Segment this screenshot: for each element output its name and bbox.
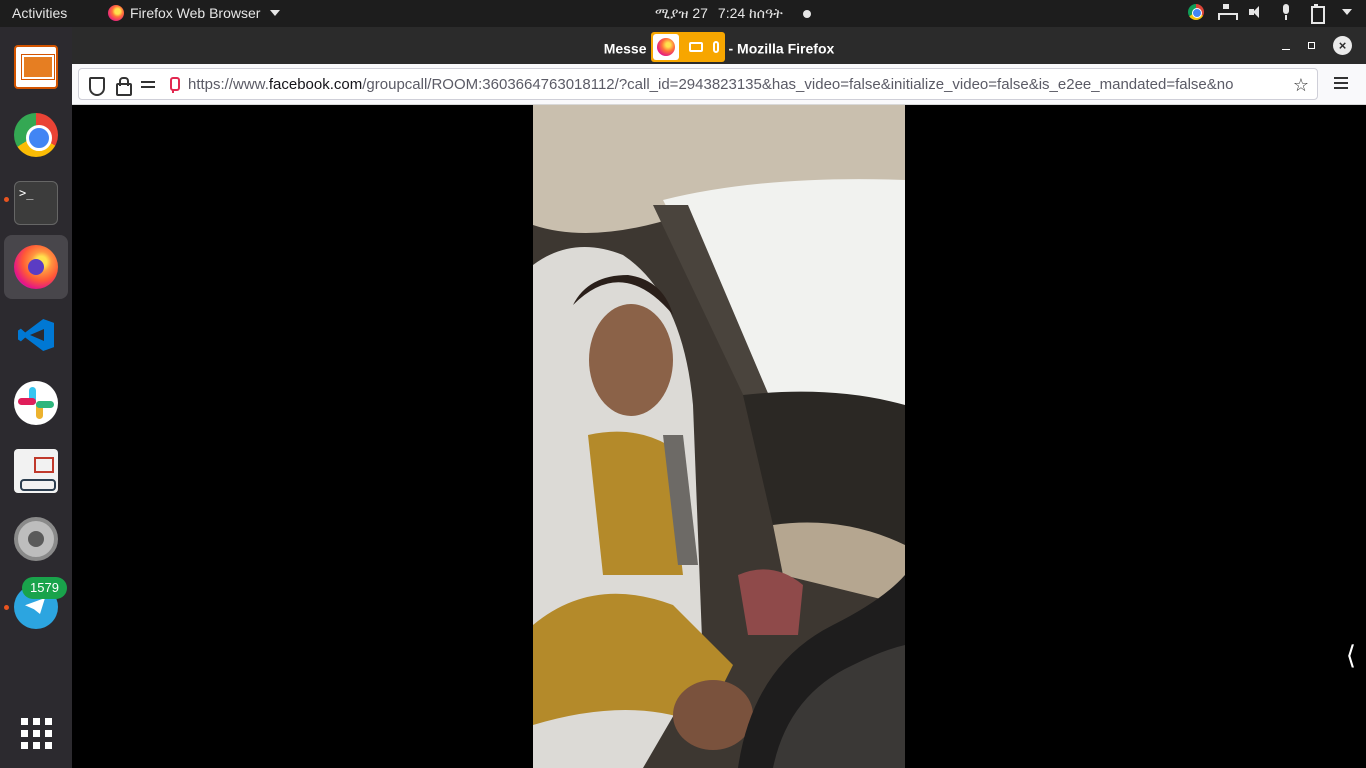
chrome-icon (14, 113, 58, 157)
url-domain: facebook.com (268, 76, 363, 93)
window-title-prefix: Messe (603, 40, 647, 57)
url-bar[interactable]: https://www.facebook.com/groupcall/ROOM:… (78, 68, 1318, 100)
volume-icon[interactable] (1248, 4, 1264, 20)
firefox-icon (108, 5, 124, 21)
dock-item-terminal[interactable]: >_ (4, 171, 68, 235)
video-frame (533, 105, 905, 768)
permissions-icon[interactable] (141, 77, 157, 93)
tracking-protection-icon[interactable] (87, 77, 105, 96)
dock-item-chrome[interactable] (4, 103, 68, 167)
microphone-icon[interactable] (1278, 4, 1294, 20)
app-menu[interactable]: Firefox Web Browser (108, 5, 281, 21)
firefox-window: Messe - Mozilla Firefox × https://www.fac… (72, 27, 1366, 768)
show-applications-button[interactable] (4, 701, 68, 765)
dock-item-firefox[interactable] (4, 235, 68, 299)
url-prefix: https://www. (188, 76, 269, 93)
sidebar-toggle-button[interactable]: ⟨ (1346, 640, 1356, 671)
network-icon[interactable] (1218, 4, 1238, 20)
minimize-button[interactable] (1282, 49, 1290, 50)
battery-icon[interactable] (1308, 4, 1325, 24)
navigation-toolbar: https://www.facebook.com/groupcall/ROOM:… (72, 64, 1366, 105)
window-title-suffix: - Mozilla Firefox (728, 40, 835, 57)
vscode-icon (14, 313, 58, 357)
notification-dot-icon (802, 9, 811, 18)
firefox-icon (14, 245, 58, 289)
clock[interactable]: ሚያዝ 27 7:24 ከሰዓት (655, 5, 811, 22)
impress-icon (14, 45, 58, 89)
settings-icon (14, 517, 58, 561)
dock-item-impress[interactable] (4, 35, 68, 99)
chevron-down-icon (270, 10, 281, 16)
top-bar: Activities Firefox Web Browser ሚያዝ 27 7:… (0, 0, 1366, 27)
activities-button[interactable]: Activities (12, 5, 67, 21)
clock-time: 7:24 ከሰዓት (717, 5, 783, 21)
close-button[interactable]: × (1333, 36, 1352, 55)
camera-icon (688, 42, 703, 52)
url-text[interactable]: https://www.facebook.com/groupcall/ROOM:… (188, 76, 1288, 93)
dock: >_ (0, 27, 72, 768)
system-menu-chevron-icon[interactable] (1342, 9, 1352, 15)
clock-date: ሚያዝ 27 (655, 5, 708, 21)
video-feed (533, 105, 905, 768)
telegram-unread-badge: 1579 (22, 577, 67, 599)
terminal-icon: >_ (14, 181, 58, 225)
grid-icon (20, 717, 52, 749)
microphone-sharing-icon[interactable] (165, 77, 181, 93)
dock-item-document-viewer[interactable] (4, 439, 68, 503)
dock-item-vscode[interactable] (4, 303, 68, 367)
chrome-tray-icon[interactable] (1188, 4, 1204, 20)
maximize-button[interactable] (1308, 42, 1315, 49)
lock-icon[interactable] (114, 77, 132, 96)
firefox-icon (656, 38, 675, 56)
window-titlebar[interactable]: Messe - Mozilla Firefox × (72, 27, 1366, 64)
bookmark-star-icon[interactable]: ☆ (1293, 75, 1309, 96)
menu-icon[interactable] (1334, 77, 1348, 79)
call-view: ⟨ (72, 105, 1366, 768)
sharing-indicator[interactable] (650, 32, 725, 62)
url-path: /groupcall/ROOM:3603664763018112/?call_i… (362, 76, 1234, 93)
microphone-icon (712, 41, 719, 53)
dock-item-slack[interactable] (4, 371, 68, 435)
window-title: Messe - Mozilla Firefox (72, 32, 1366, 62)
dock-item-settings[interactable] (4, 507, 68, 571)
reader-icon (14, 449, 58, 493)
system-tray[interactable] (1188, 4, 1352, 24)
app-menu-label: Firefox Web Browser (130, 5, 261, 21)
slack-icon (14, 381, 58, 425)
